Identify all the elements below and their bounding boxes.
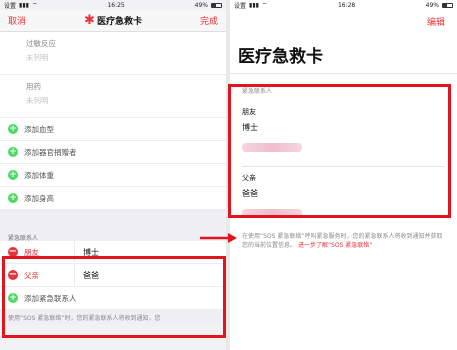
arrow-right-icon [200,233,237,243]
page-title: 医疗急救卡 [230,32,457,74]
plus-icon: + [8,124,18,134]
edit-button[interactable]: 编辑 [427,15,445,28]
page-title: ✱ 医疗急救卡 [84,14,142,27]
battery-icon [441,2,453,8]
learn-more-link[interactable]: 进一步了解“SOS 紧急联络” [298,242,372,249]
status-bar: 设置 ▮▮▮ ⌔ 16:28 49% [230,0,457,10]
highlight-box-left [2,256,226,338]
done-button[interactable]: 完成 [200,14,218,27]
add-row-label: 添加器官捐赠者 [24,147,77,157]
wifi-icon: ⌔ [31,2,38,9]
add-row-label: 添加体重 [24,170,54,180]
add-row-label: 添加血型 [24,124,54,134]
nav-bar: 取消 ✱ 医疗急救卡 完成 [0,10,226,32]
highlight-box-right [228,84,451,218]
plus-icon: + [8,170,18,180]
time-label: 16:28 [337,1,356,9]
cancel-button[interactable]: 取消 [8,14,26,27]
plus-icon: + [8,193,18,203]
field-value: 未列明 [26,96,49,105]
status-bar: 设置 ▮▮▮ ⌔ 16:25 49% [0,0,226,10]
field-label: 用药 [26,82,41,91]
carrier-label: 设置 [234,2,247,10]
carrier-label: 设置 [4,2,17,10]
footer-note: 在使用“SOS 紧急联络”呼叫紧急服务时，您的紧急联系人将收到通知并获取您的当前… [230,218,457,250]
battery-percent: 49% [194,1,208,9]
page-title-text: 医疗急救卡 [96,17,142,27]
wifi-icon: ⌔ [261,2,268,9]
section-gap [0,210,226,231]
signal-icon: ▮▮▮ [249,1,259,9]
allergies-field[interactable]: 过敏反应 未列明 [0,32,226,75]
time-label: 16:25 [107,1,125,9]
emergency-contacts-header: 紧急联系人 [0,231,226,242]
info-fields: 过敏反应 未列明 用药 未列明 [0,32,226,118]
add-weight-row[interactable]: + 添加体重 [0,164,226,187]
add-organ-donor-row[interactable]: + 添加器官捐赠者 [0,141,226,164]
nav-bar: 编辑 [230,10,457,32]
add-row-label: 添加身高 [24,193,54,203]
battery-percent: 49% [425,1,439,9]
medications-field[interactable]: 用药 未列明 [0,75,226,118]
signal-icon: ▮▮▮ [19,1,29,9]
medical-star-icon: ✱ [84,13,95,28]
field-label: 过敏反应 [26,39,56,48]
plus-icon: + [8,147,18,157]
add-blood-type-row[interactable]: + 添加血型 [0,118,226,141]
field-value: 未列明 [26,53,49,62]
add-height-row[interactable]: + 添加身高 [0,187,226,210]
battery-icon [210,2,222,8]
